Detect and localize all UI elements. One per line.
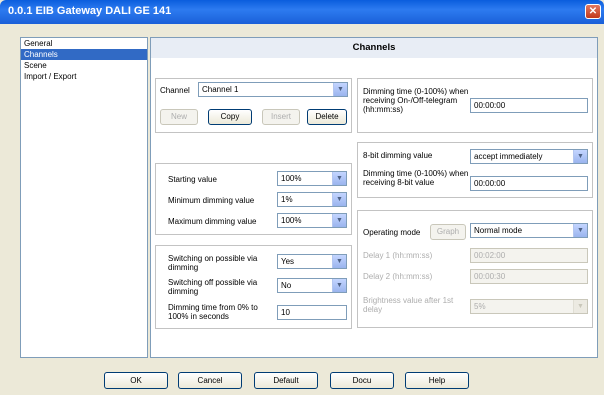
help-button[interactable]: Help	[405, 372, 469, 389]
close-button[interactable]: ✕	[585, 4, 601, 19]
graph-button-label: Graph	[436, 227, 460, 236]
copy-button[interactable]: Copy	[208, 109, 252, 125]
delay2-input[interactable]: 00:00:30	[470, 269, 588, 284]
new-button[interactable]: New	[160, 109, 198, 125]
channel-select[interactable]: Channel 1 ▼	[198, 82, 348, 97]
on-off-dimming-time-input[interactable]: 00:00:00	[470, 98, 588, 113]
channel-group: Channel Channel 1 ▼ New Copy Insert Dele…	[155, 78, 352, 133]
eight-bit-group: 8-bit dimming value accept immediately ▼…	[357, 142, 593, 198]
nav-item-general[interactable]: General	[21, 38, 147, 49]
docu-button-label: Docu	[352, 376, 372, 385]
operating-mode-value: Normal mode	[474, 226, 523, 235]
close-icon: ✕	[588, 6, 598, 17]
chevron-down-icon: ▼	[332, 255, 346, 268]
eight-bit-time-label: Dimming time (0-100%) when receiving 8-b…	[363, 169, 469, 187]
help-button-label: Help	[428, 376, 446, 385]
delay1-label: Delay 1 (hh:mm:ss)	[363, 251, 433, 260]
operating-mode-group: Operating mode Graph Normal mode ▼ Delay…	[357, 210, 593, 328]
switch-off-label: Switching off possible via dimming	[168, 278, 258, 296]
ok-button[interactable]: OK	[104, 372, 168, 389]
channels-panel: Channels Channel Channel 1 ▼ New Copy In…	[150, 37, 598, 358]
maximum-value-label: Maximum dimming value	[168, 217, 257, 226]
insert-button[interactable]: Insert	[262, 109, 300, 125]
switch-off-value: No	[281, 281, 292, 290]
eight-bit-mode-select[interactable]: accept immediately ▼	[470, 149, 588, 164]
nav-item-scene[interactable]: Scene	[21, 60, 147, 71]
switch-on-value: Yes	[281, 257, 295, 266]
window-title: 0.0.1 EIB Gateway DALI GE 141	[8, 5, 172, 17]
channel-label: Channel	[160, 86, 190, 95]
chevron-down-icon: ▼	[573, 150, 587, 163]
ok-button-label: OK	[130, 376, 142, 385]
insert-button-label: Insert	[270, 112, 291, 121]
brightness-after-delay-label: Brightness value after 1st delay	[363, 296, 454, 314]
nav-item-import-export[interactable]: Import / Export	[21, 71, 147, 82]
window-title-bar: 0.0.1 EIB Gateway DALI GE 141 ✕	[0, 0, 604, 24]
eight-bit-time-input[interactable]: 00:00:00	[470, 176, 588, 191]
default-button-label: Default	[273, 376, 299, 385]
chevron-down-icon: ▼	[332, 172, 346, 185]
delete-button[interactable]: Delete	[307, 109, 347, 125]
default-button[interactable]: Default	[254, 372, 318, 389]
dimming-time-seconds-label: Dimming time from 0% to 100% in seconds	[168, 303, 258, 321]
cancel-button[interactable]: Cancel	[178, 372, 242, 389]
minimum-value: 1%	[281, 195, 293, 204]
delay2-label: Delay 2 (hh:mm:ss)	[363, 272, 433, 281]
copy-button-label: Copy	[220, 112, 240, 121]
docu-button[interactable]: Docu	[330, 372, 394, 389]
starting-value-label: Starting value	[168, 175, 217, 184]
starting-value-select[interactable]: 100% ▼	[277, 171, 347, 186]
new-button-label: New	[170, 112, 187, 121]
brightness-after-delay-select[interactable]: 5% ▼	[470, 299, 588, 314]
navigation-list: General Channels Scene Import / Export	[20, 37, 148, 358]
cancel-button-label: Cancel	[197, 376, 223, 385]
channel-select-value: Channel 1	[202, 85, 239, 94]
switch-on-select[interactable]: Yes ▼	[277, 254, 347, 269]
switching-group: Switching on possible via dimming Yes ▼ …	[155, 245, 352, 329]
dimming-values-group: Starting value 100% ▼ Minimum dimming va…	[155, 163, 352, 235]
operating-mode-select[interactable]: Normal mode ▼	[470, 223, 588, 238]
nav-item-channels[interactable]: Channels	[21, 49, 147, 60]
eight-bit-mode-label: 8-bit dimming value	[363, 151, 433, 160]
switch-off-select[interactable]: No ▼	[277, 278, 347, 293]
operating-mode-label: Operating mode	[363, 228, 421, 237]
chevron-down-icon: ▼	[332, 193, 346, 206]
minimum-value-label: Minimum dimming value	[168, 196, 255, 205]
minimum-value-select[interactable]: 1% ▼	[277, 192, 347, 207]
graph-button[interactable]: Graph	[430, 224, 466, 240]
on-off-telegram-group: Dimming time (0-100%) when receiving On-…	[357, 78, 593, 133]
chevron-down-icon: ▼	[332, 214, 346, 227]
brightness-after-delay-value: 5%	[474, 302, 486, 311]
maximum-value-select[interactable]: 100% ▼	[277, 213, 347, 228]
delete-button-label: Delete	[315, 112, 339, 121]
chevron-down-icon: ▼	[573, 300, 587, 313]
chevron-down-icon: ▼	[333, 83, 347, 96]
dimming-time-seconds-input[interactable]: 10	[277, 305, 347, 320]
maximum-value: 100%	[281, 216, 302, 225]
page-title: Channels	[151, 38, 597, 58]
switch-on-label: Switching on possible via dimming	[168, 254, 258, 272]
eight-bit-mode-value: accept immediately	[474, 152, 543, 161]
starting-value: 100%	[281, 174, 302, 183]
chevron-down-icon: ▼	[573, 224, 587, 237]
delay1-input[interactable]: 00:02:00	[470, 248, 588, 263]
chevron-down-icon: ▼	[332, 279, 346, 292]
on-off-dimming-time-label: Dimming time (0-100%) when receiving On-…	[363, 87, 469, 114]
